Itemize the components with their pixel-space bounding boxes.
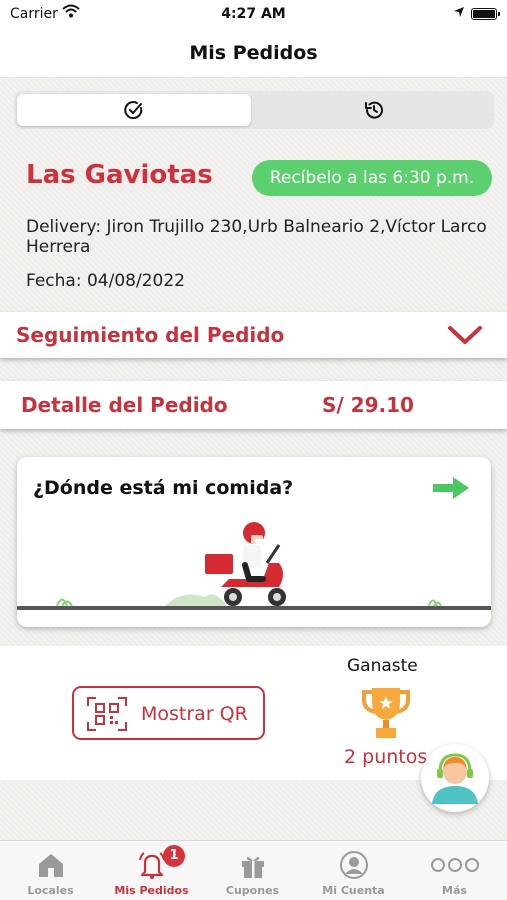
tab-mis-pedidos[interactable]: Mis Pedidos bbox=[101, 841, 202, 900]
tab-locales-label: Locales bbox=[27, 884, 74, 897]
tab-cupones[interactable]: Cupones bbox=[202, 841, 303, 900]
store-icon bbox=[39, 854, 63, 877]
clock: 4:27 AM bbox=[221, 6, 286, 22]
location-arrow-icon bbox=[453, 6, 465, 22]
status-bar: Carrier 4:27 AM bbox=[0, 0, 507, 30]
store-name: Las Gaviotas bbox=[26, 160, 213, 190]
where-is-my-food-title: ¿Dónde está mi comida? bbox=[33, 477, 294, 499]
arrow-right-icon[interactable] bbox=[431, 475, 471, 505]
tab-bar: Locales Mis Pedidos Cupones Mi Cuenta Má… bbox=[0, 840, 507, 900]
check-circle-icon bbox=[124, 101, 143, 120]
show-qr-label: Mostrar QR bbox=[141, 703, 248, 725]
notification-badge: 1 bbox=[163, 845, 185, 867]
support-agent-icon bbox=[432, 753, 478, 804]
tab-mas[interactable]: Más bbox=[404, 841, 505, 900]
chevron-down-icon[interactable] bbox=[447, 324, 483, 350]
order-detail-label: Detalle del Pedido bbox=[21, 393, 228, 417]
tab-mi-cuenta[interactable]: Mi Cuenta bbox=[303, 841, 404, 900]
order-total: S/ 29.10 bbox=[322, 393, 414, 417]
order-tracking-label: Seguimiento del Pedido bbox=[16, 323, 285, 347]
page-title: Mis Pedidos bbox=[0, 30, 507, 78]
delivery-address: Delivery: Jiron Trujillo 230,Urb Balnear… bbox=[26, 217, 487, 257]
eta-badge: Recíbelo a las 6:30 p.m. bbox=[252, 160, 492, 196]
gift-icon bbox=[242, 856, 264, 878]
trophy-icon bbox=[360, 686, 412, 744]
segment-order-history[interactable] bbox=[257, 94, 491, 126]
show-qr-button[interactable]: Mostrar QR bbox=[72, 686, 265, 740]
user-icon bbox=[340, 851, 368, 879]
tab-cupones-label: Cupones bbox=[225, 884, 280, 897]
order-date: Fecha: 04/08/2022 bbox=[26, 271, 185, 291]
reward-points: 2 puntos bbox=[344, 746, 428, 768]
tab-mas-label: Más bbox=[442, 884, 467, 897]
reward-label: Ganaste bbox=[347, 656, 418, 676]
tab-locales[interactable]: Locales bbox=[0, 841, 101, 900]
delivery-scooter-illustration bbox=[17, 522, 491, 610]
tab-mis-pedidos-label: Mis Pedidos bbox=[114, 884, 189, 897]
segment-current-orders[interactable] bbox=[17, 94, 251, 126]
more-icon bbox=[431, 858, 479, 872]
qr-code-icon bbox=[86, 696, 128, 736]
support-agent-button[interactable] bbox=[421, 744, 489, 812]
tab-mi-cuenta-label: Mi Cuenta bbox=[322, 884, 385, 897]
history-icon bbox=[365, 101, 383, 119]
orders-segmented-control bbox=[14, 91, 494, 129]
where-is-my-food-card[interactable]: ¿Dónde está mi comida? bbox=[17, 457, 491, 627]
order-tracking-toggle[interactable]: Seguimiento del Pedido bbox=[0, 312, 507, 358]
order-detail-row[interactable]: Detalle del Pedido S/ 29.10 bbox=[0, 381, 507, 429]
battery-icon bbox=[471, 8, 500, 20]
